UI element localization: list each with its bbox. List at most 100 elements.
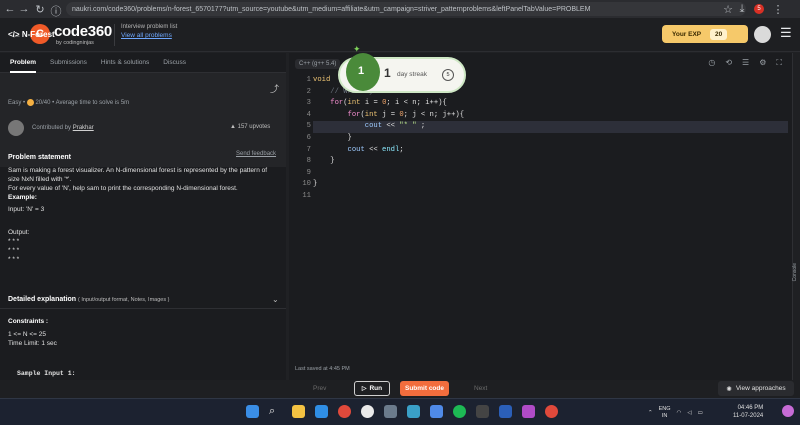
upvote-count[interactable]: ▲ 157 upvotes — [230, 124, 270, 130]
contributor-row: Contributed by Prakhar — [8, 120, 94, 136]
detail-subheading: ( Input/output format, Notes, Images ) — [78, 297, 170, 303]
windows-start-icon[interactable] — [246, 405, 259, 418]
code-line: } — [313, 180, 318, 189]
tab-submissions[interactable]: Submissions — [50, 59, 87, 66]
language-select[interactable]: C++ (g++ 5.4) — [295, 59, 341, 69]
line-number: 8 — [306, 157, 311, 166]
app-icon-2[interactable] — [384, 405, 397, 418]
view-approaches-button[interactable]: ✺ View approaches — [718, 381, 794, 396]
battery-icon[interactable]: ▭ — [698, 410, 703, 416]
view-approaches-label: View approaches — [735, 385, 786, 392]
app-header: ← C code360 by codingninjas Interview pr… — [0, 18, 800, 52]
search-icon[interactable]: ⌕ — [269, 405, 282, 418]
language-indicator[interactable]: ENG IN — [659, 406, 671, 420]
site-info-icon[interactable]: ⓘ — [50, 3, 62, 19]
vscode-icon[interactable] — [315, 405, 328, 418]
detailed-explanation-toggle[interactable]: Detailed explanation ( Input/output form… — [8, 296, 169, 303]
code-area[interactable]: void // Write your code here for(int i =… — [313, 75, 788, 203]
line-number: 10 — [302, 180, 311, 189]
statement-text: Sam is making a forest visualizer. An N-… — [8, 167, 268, 183]
code-line: cout << endl; — [347, 145, 404, 154]
settings-gear-icon[interactable]: ⚙ — [759, 58, 766, 68]
tab-hints[interactable]: Hints & solutions — [101, 59, 149, 66]
app-icon[interactable] — [361, 405, 374, 418]
interview-list: Interview problem list View all problems — [114, 24, 188, 46]
reset-icon[interactable]: ⟲ — [725, 58, 732, 68]
tab-problem[interactable]: Problem — [10, 59, 37, 73]
submit-code-button[interactable]: Submit code — [400, 381, 449, 396]
console-label: Console — [792, 263, 798, 282]
timer-icon[interactable]: ◷ — [708, 58, 715, 68]
tray-chevron-icon[interactable]: ⌃ — [648, 410, 653, 416]
line-number: 6 — [306, 133, 311, 142]
view-all-problems-link[interactable]: View all problems — [121, 32, 188, 39]
file-explorer-icon[interactable] — [292, 405, 305, 418]
url-bar[interactable]: naukri.com/code360/problems/n-forest_657… — [66, 2, 746, 16]
prev-button[interactable]: Prev — [313, 385, 326, 392]
next-button[interactable]: Next — [474, 385, 487, 392]
user-avatar[interactable] — [754, 26, 771, 43]
output-heading: Output: — [8, 229, 30, 236]
divider — [0, 308, 286, 309]
more-menu-icon[interactable]: ⋮ — [772, 3, 784, 16]
clock-date: 11-07-2024 — [733, 413, 764, 419]
wifi-icon[interactable]: ◠ — [677, 410, 682, 416]
contributor-link[interactable]: Prakhar — [73, 125, 94, 131]
chevron-down-icon[interactable]: ⌄ — [272, 295, 279, 304]
editor-toolbar: ◷ ⟲ ☰ ⚙ ⛶ — [708, 58, 782, 68]
tab-discuss[interactable]: Discuss — [163, 59, 186, 66]
code-line: } — [313, 133, 352, 142]
chrome-icon[interactable] — [338, 405, 351, 418]
reload-icon[interactable]: ↻ — [34, 3, 46, 16]
send-feedback-link[interactable]: Send feedback — [236, 151, 276, 157]
line-number: 2 — [306, 87, 311, 96]
share-icon[interactable]: ⤴ — [270, 82, 279, 95]
browser-toolbar: ← → ↻ ⓘ naukri.com/code360/problems/n-fo… — [0, 0, 800, 18]
spotify-icon[interactable] — [453, 405, 466, 418]
app-icon-3[interactable] — [407, 405, 420, 418]
line-number: 1 — [306, 76, 311, 84]
word-icon[interactable] — [499, 405, 512, 418]
line-number: 3 — [306, 99, 311, 108]
onenote-icon[interactable] — [522, 405, 535, 418]
constraint-1: 1 <= N <= 25 — [8, 331, 46, 338]
brand-name[interactable]: code360 — [54, 23, 112, 40]
exp-box[interactable]: Your EXP 20 — [662, 25, 748, 43]
line-number: 7 — [306, 145, 311, 154]
last-saved-text: Last saved at 4:45 PM — [295, 366, 350, 372]
constraints-heading: Constraints : — [8, 318, 49, 325]
problem-meta: Easy • 20/40 • Average time to solve is … — [8, 99, 130, 107]
copilot-icon[interactable] — [782, 405, 794, 417]
fullscreen-icon[interactable]: ⛶ — [776, 58, 782, 68]
chrome-icon-2[interactable] — [545, 405, 558, 418]
avg-time: Average time to solve is 5m — [55, 100, 130, 107]
back-icon[interactable]: ← — [4, 3, 16, 15]
hamburger-menu-icon[interactable]: ☰ — [780, 25, 792, 41]
output-row: * * * — [8, 238, 20, 245]
run-button[interactable]: ▷ Run — [354, 381, 390, 396]
bookmark-star-icon[interactable]: ☆ — [722, 3, 734, 16]
terminal-icon[interactable] — [476, 405, 489, 418]
volume-icon[interactable]: ◁ — [687, 410, 691, 416]
profile-badge[interactable]: 5 — [754, 4, 764, 14]
points-value: 20/40 — [35, 100, 51, 107]
problem-title-text: N-Forest — [21, 30, 55, 39]
problem-statement: Problem statement Sam is making a forest… — [8, 153, 280, 264]
downloads-icon[interactable]: ⤓ — [736, 3, 748, 16]
url-text: naukri.com/code360/problems/n-forest_657… — [72, 5, 591, 13]
streak-label: day streak — [397, 71, 427, 78]
app-icon-4[interactable] — [430, 405, 443, 418]
forward-icon[interactable]: → — [18, 3, 30, 15]
problem-tabs: Problem Submissions Hints & solutions Di… — [0, 53, 286, 73]
clock-time: 04:46 PM — [737, 405, 764, 411]
format-icon[interactable]: ☰ — [742, 58, 749, 68]
streak-badge: 5 — [442, 69, 454, 81]
constraints-section: Constraints : 1 <= N <= 25 Time Limit: 1… — [8, 317, 57, 348]
exp-value: 20 — [710, 28, 728, 40]
line-number: 9 — [306, 168, 311, 177]
code-line: } — [313, 157, 335, 166]
console-tab[interactable]: Console — [792, 53, 800, 380]
clock[interactable]: 04:46 PM 11-07-2024 — [733, 404, 763, 420]
